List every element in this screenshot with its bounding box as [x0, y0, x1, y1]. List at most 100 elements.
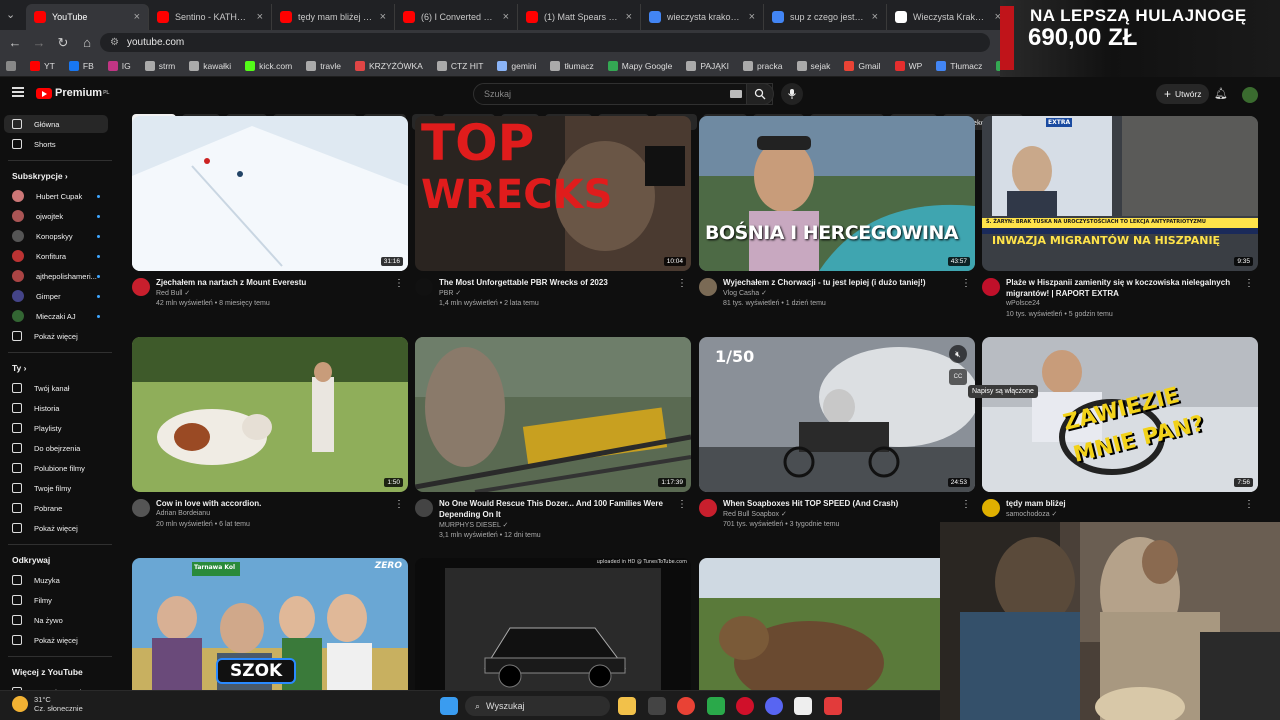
sidebar-item[interactable]: Pobrane — [4, 499, 108, 517]
video-title[interactable]: When Soapboxes Hit TOP SPEED (And Crash) — [723, 498, 959, 509]
sidebar-item[interactable]: Mieczaki AJ — [4, 307, 108, 325]
search-input[interactable]: Szukaj — [473, 83, 773, 105]
bookmark-item[interactable]: PAJĄKI — [686, 60, 729, 71]
bookmark-item[interactable]: pracka — [743, 60, 783, 71]
video-channel[interactable]: samochodoza ✓ — [1006, 510, 1057, 518]
video-channel[interactable]: Adrian Bordeianu — [156, 510, 210, 517]
video-title[interactable]: Zjechałem na nartach z Mount Everestu — [156, 277, 392, 288]
close-icon[interactable]: × — [749, 11, 755, 23]
vpn-icon[interactable] — [707, 697, 725, 715]
captions-icon[interactable]: CC — [949, 369, 967, 385]
sidebar-item[interactable]: Konfitura — [4, 247, 108, 265]
back-icon[interactable]: ← — [8, 35, 22, 50]
sidebar-item[interactable]: Polubione filmy — [4, 459, 108, 477]
video-card[interactable]: 1:50 Cow in love with accordion. Adrian Bo… — [132, 337, 408, 552]
more-options-icon[interactable]: ⋮ — [1244, 499, 1254, 510]
video-card[interactable]: ZAWIEZIE MNIE PAN? 7:56 tędy mam bliżej samo… — [982, 337, 1258, 552]
video-card[interactable]: BOŚNIA I HERCEGOWINA 43:57 Wyjechałem z Ch… — [699, 116, 975, 331]
sidebar-item[interactable]: Pokaż więcej — [4, 327, 108, 345]
bookmark-item[interactable]: gemini — [497, 60, 536, 71]
bookmark-item[interactable]: FB — [68, 60, 94, 71]
create-button[interactable]: + Utwórz — [1156, 84, 1210, 104]
bookmark-item[interactable] — [6, 60, 16, 71]
more-options-icon[interactable]: ⋮ — [677, 499, 687, 510]
channel-avatar[interactable] — [415, 499, 433, 517]
video-channel[interactable]: Vlog Casha ✓ — [723, 289, 767, 297]
browser-tab[interactable]: (1) Matt Spears - You × — [518, 4, 641, 30]
bookmark-item[interactable]: YT — [30, 60, 55, 71]
voice-search-button[interactable] — [781, 83, 803, 105]
channel-avatar[interactable] — [132, 499, 150, 517]
keyboard-icon[interactable] — [730, 90, 742, 98]
video-title[interactable]: No One Would Rescue This Dozer... And 10… — [439, 498, 675, 520]
channel-avatar[interactable] — [415, 278, 433, 296]
more-options-icon[interactable]: ⋮ — [394, 499, 404, 510]
video-thumbnail[interactable]: TOP WRECKS 10:04 — [415, 116, 691, 271]
youtube-logo[interactable]: Premium PL — [36, 87, 109, 99]
channel-avatar[interactable] — [699, 278, 717, 296]
sidebar-item[interactable]: Pokaż więcej — [4, 519, 108, 537]
close-icon[interactable]: × — [872, 11, 878, 23]
windows-icon[interactable] — [440, 697, 458, 715]
more-options-icon[interactable]: ⋮ — [961, 499, 971, 510]
video-card[interactable]: 1:17:39 No One Would Rescue This Dozer...… — [415, 337, 691, 552]
more-options-icon[interactable]: ⋮ — [961, 278, 971, 289]
channel-avatar[interactable] — [982, 278, 1000, 296]
sidebar-item[interactable]: Filmy — [4, 591, 108, 609]
close-icon[interactable]: × — [257, 11, 263, 23]
search-button[interactable] — [746, 83, 774, 105]
video-thumbnail[interactable]: 31:16 — [132, 116, 408, 271]
bookmark-item[interactable]: kick.com — [245, 60, 292, 71]
close-icon[interactable]: × — [134, 11, 140, 23]
video-thumbnail[interactable]: 1:50 — [132, 337, 408, 492]
folder-icon[interactable] — [618, 697, 636, 715]
bookmark-item[interactable]: sejak — [796, 60, 830, 71]
bookmark-item[interactable]: IG — [107, 60, 131, 71]
video-channel[interactable]: wPolsce24 — [1006, 300, 1040, 307]
sidebar-item[interactable]: Hubert Cupak — [4, 187, 108, 205]
browser-tab[interactable]: (6) I Converted an Ele × — [395, 4, 518, 30]
video-channel[interactable]: Red Bull ✓ — [156, 289, 190, 297]
sidebar-item[interactable]: Pokaż więcej — [4, 631, 108, 649]
bookmark-item[interactable]: travle — [306, 60, 341, 71]
bookmark-item[interactable]: tłumacz — [550, 60, 594, 71]
taskbar-search[interactable]: ⌕ Wyszukaj — [465, 696, 610, 716]
sidebar-item[interactable]: Historia — [4, 399, 108, 417]
sidebar-section-heading[interactable]: Ty › — [12, 363, 26, 373]
mute-icon[interactable]: 🔇︎ — [949, 345, 967, 363]
account-avatar[interactable] — [1242, 87, 1258, 103]
close-icon[interactable]: × — [503, 11, 509, 23]
sidebar-item[interactable]: Twój kanał — [4, 379, 108, 397]
bookmark-item[interactable]: Tłumacz — [936, 60, 982, 71]
video-title[interactable]: Cow in love with accordion. — [156, 498, 392, 509]
video-title[interactable]: The Most Unforgettable PBR Wrecks of 202… — [439, 277, 675, 288]
channel-avatar[interactable] — [132, 278, 150, 296]
sidebar-item[interactable]: Gimper — [4, 287, 108, 305]
video-card[interactable]: INWAZJA MIGRANTÓW NA HISZPANIĘ Ś. ŻARYN: … — [982, 116, 1258, 331]
video-thumbnail[interactable]: 1/50 🔇︎ CC 24:53 — [699, 337, 975, 492]
browser-tab[interactable]: Wieczysta Kraków - W× — [887, 4, 1010, 30]
browser-tab[interactable]: tędy mam bliżej - You × — [272, 4, 395, 30]
obs-icon[interactable] — [648, 697, 666, 715]
video-title[interactable]: Plaże w Hiszpanii zamienity się w koczow… — [1006, 277, 1242, 299]
sidebar-item[interactable]: Do obejrzenia — [4, 439, 108, 457]
video-title[interactable]: Wyjechałem z Chorwacji - tu jest lepiej … — [723, 277, 959, 288]
video-channel[interactable]: Red Bull Soapbox ✓ — [723, 510, 787, 518]
menu-icon[interactable] — [12, 87, 24, 97]
opera-icon[interactable] — [736, 697, 754, 715]
video-channel[interactable]: PBR ✓ — [439, 289, 461, 297]
discord-icon[interactable] — [765, 697, 783, 715]
site-info-icon[interactable]: ⚙ — [110, 37, 119, 48]
bookmark-item[interactable]: Mapy Google — [607, 60, 672, 71]
sidebar-item[interactable]: Twoje filmy — [4, 479, 108, 497]
notifications-bell-icon[interactable]: 🔔︎ — [1214, 87, 1228, 100]
sidebar-item[interactable]: Muzyka — [4, 571, 108, 589]
home-icon[interactable]: ⌂ — [80, 35, 94, 50]
video-thumbnail[interactable]: BOŚNIA I HERCEGOWINA 43:57 — [699, 116, 975, 271]
bookmark-item[interactable]: strm — [144, 60, 175, 71]
sidebar-section-heading[interactable]: Subskrypcje › — [12, 171, 68, 181]
video-card[interactable]: 1/50 🔇︎ CC 24:53 When Soapboxes Hit TOP SPEE… — [699, 337, 975, 552]
sidebar-item[interactable]: ojwojtek — [4, 207, 108, 225]
video-card[interactable]: 31:16 Zjechałem na nartach z Mount Everes… — [132, 116, 408, 331]
sidebar-item[interactable]: Shorts — [4, 135, 108, 153]
